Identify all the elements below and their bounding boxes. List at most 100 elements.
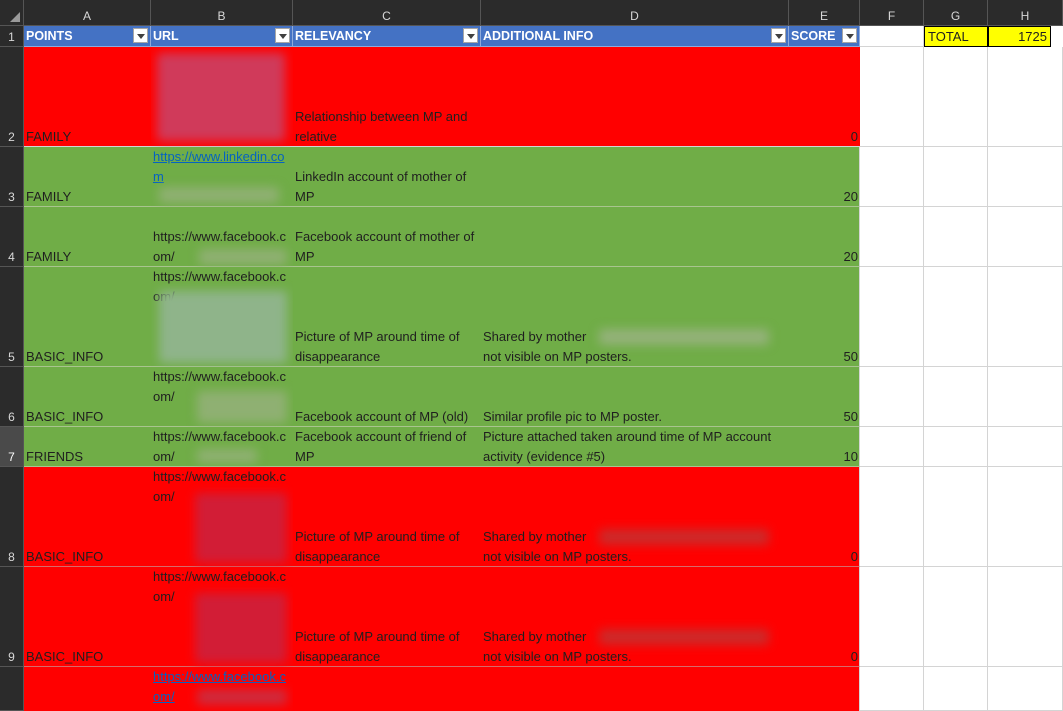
relevancy-cell[interactable]: Relationship between MP and relative: [293, 47, 481, 147]
additional-info-cell[interactable]: Picture attached taken around time of MP…: [481, 427, 789, 467]
row-header-7[interactable]: 7: [0, 427, 24, 467]
header-cell-additional-info[interactable]: ADDITIONAL INFO: [481, 26, 789, 47]
relevancy-cell[interactable]: Picture of MP around time of disappearan…: [293, 567, 481, 667]
empty-cell[interactable]: [988, 207, 1063, 267]
column-header-d[interactable]: D: [481, 0, 789, 26]
empty-cell[interactable]: [988, 667, 1063, 711]
url-cell[interactable]: https://www.facebook.com/: [151, 567, 293, 667]
column-header-h[interactable]: H: [988, 0, 1063, 26]
empty-cell[interactable]: [860, 467, 924, 567]
relevancy-cell[interactable]: Facebook account of MP (old): [293, 367, 481, 427]
row-header-5[interactable]: 5: [0, 267, 24, 367]
empty-cell[interactable]: [860, 367, 924, 427]
empty-cell[interactable]: [988, 367, 1063, 427]
relevancy-cell[interactable]: Facebook account of friend of MP: [293, 427, 481, 467]
empty-cell[interactable]: [924, 567, 988, 667]
column-header-b[interactable]: B: [151, 0, 293, 26]
filter-dropdown-icon[interactable]: [842, 28, 857, 43]
empty-cell[interactable]: [860, 267, 924, 367]
score-cell[interactable]: 50: [789, 367, 860, 427]
empty-cell[interactable]: [924, 467, 988, 567]
additional-info-cell[interactable]: Shared by mother not visible on MP poste…: [481, 567, 789, 667]
empty-cell[interactable]: [860, 567, 924, 667]
score-cell[interactable]: 0: [789, 467, 860, 567]
empty-cell[interactable]: [860, 47, 924, 147]
relevancy-cell[interactable]: Picture of MP around time of disappearan…: [293, 267, 481, 367]
additional-info-cell[interactable]: Similar profile pic to MP poster.: [481, 367, 789, 427]
points-cell[interactable]: BASIC_INFO: [24, 467, 151, 567]
header-cell-url[interactable]: URL: [151, 26, 293, 47]
relevancy-cell[interactable]: Picture of MP around time of disappearan…: [293, 467, 481, 567]
points-cell[interactable]: FAMILY: [24, 147, 151, 207]
empty-cell[interactable]: [860, 427, 924, 467]
select-all-button[interactable]: [0, 0, 24, 26]
filter-dropdown-icon[interactable]: [275, 28, 290, 43]
url-cell[interactable]: https://www.facebook.com/: [151, 367, 293, 427]
url-cell[interactable]: https://www.facebook.com/: [151, 467, 293, 567]
row-header-3[interactable]: 3: [0, 147, 24, 207]
points-cell[interactable]: BASIC_INFO: [24, 567, 151, 667]
points-cell[interactable]: FAMILY: [24, 47, 151, 147]
column-header-a[interactable]: A: [24, 0, 151, 26]
empty-cell[interactable]: [924, 147, 988, 207]
cell-f1[interactable]: [860, 26, 924, 47]
score-cell[interactable]: 10: [789, 427, 860, 467]
redacted-url: [197, 391, 287, 423]
row-header-9[interactable]: 9: [0, 567, 24, 667]
empty-cell[interactable]: [924, 367, 988, 427]
empty-cell[interactable]: [988, 47, 1063, 147]
column-header-g[interactable]: G: [924, 0, 988, 26]
column-header-e[interactable]: E: [789, 0, 860, 26]
empty-cell[interactable]: [988, 427, 1063, 467]
column-header-c[interactable]: C: [293, 0, 481, 26]
empty-cell[interactable]: [988, 267, 1063, 367]
score-cell[interactable]: 0: [789, 567, 860, 667]
empty-cell[interactable]: [924, 667, 988, 711]
points-cell[interactable]: BASIC_INFO: [24, 367, 151, 427]
total-label-cell[interactable]: TOTAL: [924, 26, 988, 47]
points-cell[interactable]: FRIENDS: [24, 427, 151, 467]
row-header-4[interactable]: 4: [0, 207, 24, 267]
score-cell[interactable]: 20: [789, 147, 860, 207]
score-cell[interactable]: 50: [789, 267, 860, 367]
relevancy-cell[interactable]: LinkedIn account of mother of MP: [293, 147, 481, 207]
empty-cell[interactable]: [988, 567, 1063, 667]
url-cell[interactable]: https://www.facebook.com/: [151, 207, 293, 267]
points-cell[interactable]: FAMILY: [24, 207, 151, 267]
filter-dropdown-icon[interactable]: [133, 28, 148, 43]
filter-dropdown-icon[interactable]: [463, 28, 478, 43]
filter-dropdown-icon[interactable]: [771, 28, 786, 43]
row-header-1[interactable]: 1: [0, 26, 24, 47]
additional-info-cell[interactable]: Shared by mother not visible on MP poste…: [481, 267, 789, 367]
url-cell[interactable]: [151, 47, 293, 147]
row-header-6[interactable]: 6: [0, 367, 24, 427]
url-cell[interactable]: https://www.linkedin.com: [151, 147, 293, 207]
empty-cell[interactable]: [924, 47, 988, 147]
empty-cell[interactable]: [924, 267, 988, 367]
empty-cell[interactable]: [924, 427, 988, 467]
empty-cell[interactable]: [860, 667, 924, 711]
total-value-cell[interactable]: 1725: [988, 26, 1051, 47]
url-cell[interactable]: https://www.facebook.com/: [151, 427, 293, 467]
empty-cell[interactable]: [860, 207, 924, 267]
url-link[interactable]: https://www.linkedin.com: [153, 147, 291, 187]
additional-info-cell[interactable]: Shared by mother not visible on MP poste…: [481, 467, 789, 567]
header-cell-score[interactable]: SCORE: [789, 26, 860, 47]
column-header-f[interactable]: F: [860, 0, 924, 26]
url-cell[interactable]: https://www.facebook.com/: [151, 267, 293, 367]
empty-cell[interactable]: [924, 207, 988, 267]
points-cell[interactable]: BASIC_INFO: [24, 267, 151, 367]
header-cell-relevancy[interactable]: RELEVANCY: [293, 26, 481, 47]
header-cell-points[interactable]: POINTS: [24, 26, 151, 47]
redacted-text: [599, 529, 769, 545]
score-cell[interactable]: 20: [789, 207, 860, 267]
row-header-8[interactable]: 8: [0, 467, 24, 567]
score-cell[interactable]: 0: [789, 47, 860, 147]
empty-cell[interactable]: [988, 467, 1063, 567]
relevancy-cell[interactable]: Facebook account of mother of MP: [293, 207, 481, 267]
row-header-10[interactable]: [0, 667, 24, 711]
empty-cell[interactable]: [988, 147, 1063, 207]
row-header-2[interactable]: 2: [0, 47, 24, 147]
empty-cell[interactable]: [860, 147, 924, 207]
url-cell[interactable]: https://www.facebook.com/: [151, 667, 293, 711]
